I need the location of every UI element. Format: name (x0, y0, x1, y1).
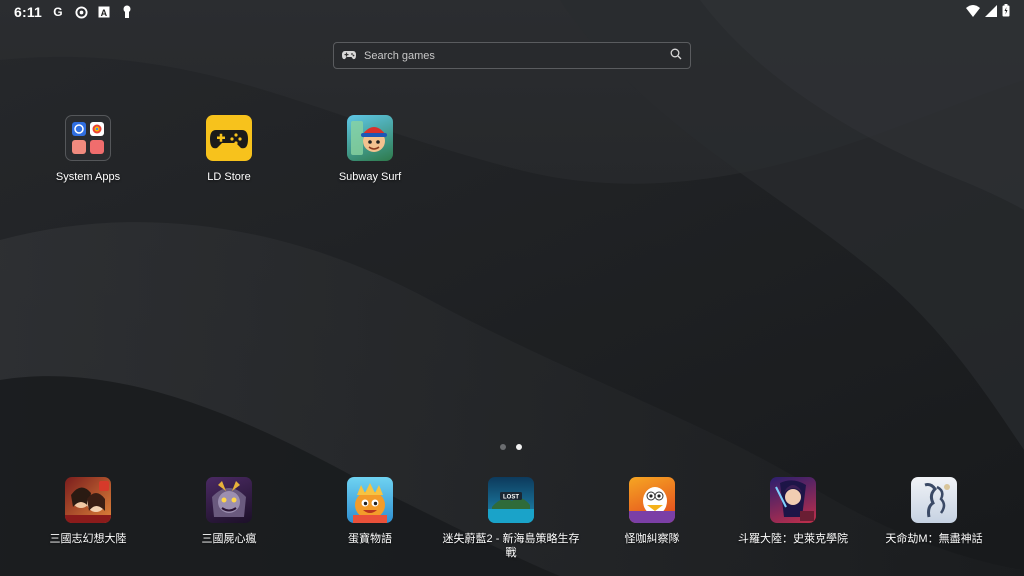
app-label: 三國志幻想大陸 (49, 533, 127, 545)
page-indicator (500, 444, 522, 450)
dock-app-sanguo-fantasy[interactable]: 三國志幻想大陸 (15, 477, 161, 546)
dock-app-weird-squad[interactable]: 怪咖糾察隊 (579, 477, 725, 546)
battery-icon (1002, 4, 1010, 20)
app-label: 怪咖糾察隊 (624, 533, 680, 545)
app-system-apps[interactable]: System Apps (33, 115, 143, 184)
ld-store-gamepad-icon (206, 115, 252, 161)
app-label: 迷失蔚藍2 - 新海島策略生存戰 (442, 533, 580, 559)
weird-squad-icon (629, 477, 675, 523)
dock-app-tianming[interactable]: 天命劫M：無盡神話 (861, 477, 1007, 546)
page-dot-1[interactable] (500, 444, 506, 450)
sync-icon (74, 5, 88, 19)
app-label: 天命劫M：無盡神話 (885, 533, 983, 545)
lost-blue-icon: LOST (488, 477, 534, 523)
dock-app-douluo[interactable]: 斗羅大陸：史萊克學院 (720, 477, 866, 546)
status-bar: 6:11 G A (0, 0, 1024, 24)
subway-surf-icon (347, 115, 393, 161)
sanguo-zombie-icon (206, 477, 252, 523)
egg-treasure-icon (347, 477, 393, 523)
search-icon[interactable] (670, 47, 682, 65)
wifi-icon (966, 4, 980, 20)
sanguo-fantasy-icon (65, 477, 111, 523)
clock: 6:11 (14, 4, 43, 20)
app-ld-store[interactable]: LD Store (174, 115, 284, 184)
dock-app-egg-treasure[interactable]: 蛋寶物語 (297, 477, 443, 546)
app-label: 斗羅大陸：史萊克學院 (738, 533, 848, 545)
app-label: 三國屍心瘋 (201, 533, 257, 545)
dock-app-sanguo-zombie[interactable]: 三國屍心瘋 (156, 477, 302, 546)
app-label: LD Store (207, 171, 251, 183)
dock-app-lost-blue[interactable]: LOST 迷失蔚藍2 - 新海島策略生存戰 (438, 477, 584, 560)
google-g-icon: G (53, 5, 63, 19)
tianming-icon (911, 477, 957, 523)
app-subway-surf[interactable]: Subway Surf (315, 115, 425, 184)
app-label: Subway Surf (338, 171, 402, 183)
search-input[interactable] (362, 48, 670, 63)
app-label: 蛋寶物語 (348, 533, 392, 545)
search-bar[interactable] (333, 42, 691, 69)
keyhole-icon (120, 5, 134, 19)
system-apps-folder-icon (65, 115, 111, 161)
douluo-icon (770, 477, 816, 523)
a-box-icon: A (97, 5, 111, 19)
svg-text:LOST: LOST (503, 495, 519, 501)
page-dot-2[interactable] (516, 444, 522, 450)
app-label: System Apps (55, 171, 121, 183)
cellular-signal-icon (985, 4, 997, 20)
svg-text:A: A (101, 8, 108, 18)
gamepad-icon (342, 47, 356, 65)
